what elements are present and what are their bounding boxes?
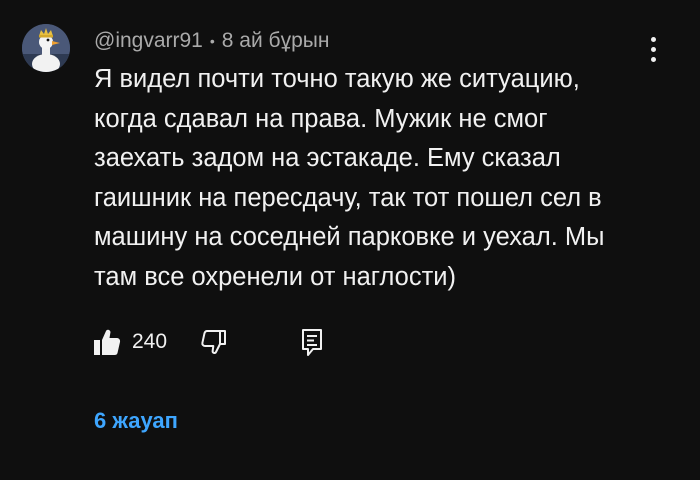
comment-text-line: Я видел почти точно такую же ситуацию, bbox=[94, 65, 580, 93]
reply-icon bbox=[302, 329, 323, 356]
avatar[interactable] bbox=[22, 24, 70, 72]
thumbs-up-icon bbox=[94, 329, 121, 355]
comment-card: @ingvarr91 • 8 ай бұрын Я видел почти то… bbox=[0, 0, 700, 480]
comment-actions: 240 bbox=[92, 322, 325, 362]
dislike-button[interactable] bbox=[199, 328, 227, 356]
comment-text: Я видел почти точно такую же ситуацию, к… bbox=[94, 60, 654, 297]
meta-separator: • bbox=[209, 33, 215, 49]
comment-text-line: заехать задом на эстакаде. Ему сказал bbox=[94, 144, 561, 172]
timestamp[interactable]: 8 ай бұрын bbox=[222, 29, 330, 53]
comment-text-line: там все охренели от наглости) bbox=[94, 262, 457, 291]
more-vertical-icon-dot-1 bbox=[650, 36, 656, 42]
comment-text-line: машину на соседней парковке и уехал. Мы bbox=[94, 223, 605, 251]
view-replies-link[interactable]: 6 жауап bbox=[94, 408, 178, 434]
like-count: 240 bbox=[132, 330, 168, 353]
comment-meta: @ingvarr91 • 8 ай бұрын bbox=[94, 28, 329, 54]
thumbs-down-icon bbox=[201, 330, 227, 354]
goose-avatar-icon bbox=[22, 24, 70, 72]
more-vertical-icon-dot-2 bbox=[650, 46, 656, 52]
comment-text-line: гаишник на пересдачу, так тот пошел сел … bbox=[94, 183, 602, 212]
comment-text-line: когда сдавал на права. Мужик не смог bbox=[94, 104, 548, 133]
like-button[interactable]: 240 bbox=[92, 327, 167, 357]
reply-button[interactable] bbox=[299, 327, 325, 357]
author-name[interactable]: @ingvarr91 bbox=[94, 29, 203, 53]
